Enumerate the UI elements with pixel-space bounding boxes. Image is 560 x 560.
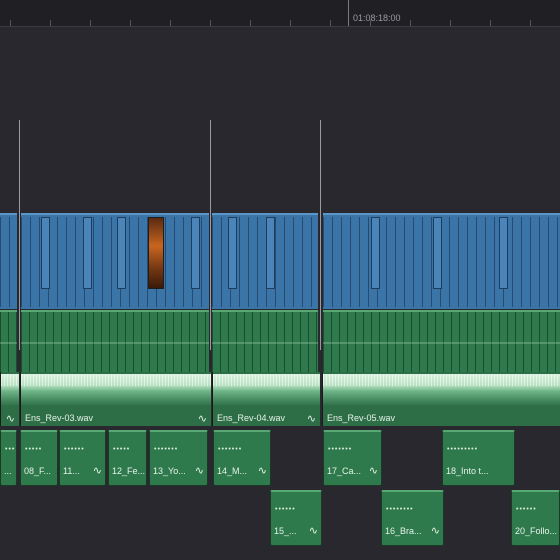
audio-wave-clip[interactable]: ∿: [0, 372, 19, 426]
fade-curve-icon[interactable]: ∿: [198, 412, 207, 425]
video-clip[interactable]: [323, 213, 560, 309]
fade-curve-icon[interactable]: ∿: [307, 412, 316, 425]
edit-point-marker[interactable]: [210, 120, 211, 350]
fade-curve-icon[interactable]: ∿: [195, 464, 204, 477]
ruler-tick: [50, 20, 51, 26]
clip-name: 15_...: [274, 526, 297, 536]
video-thumbnail-fire: [148, 217, 164, 289]
ruler-tick: [290, 20, 291, 26]
sound-clip[interactable]: ••• ...: [0, 430, 17, 486]
sound-clip[interactable]: ••••• 08_F...: [20, 430, 58, 486]
fade-curve-icon[interactable]: ∿: [369, 464, 378, 477]
sound-clip[interactable]: •••••• 20_Follo...: [511, 490, 560, 546]
fade-curve-icon[interactable]: ∿: [309, 524, 318, 537]
video-clip[interactable]: [21, 213, 209, 309]
audio-clip[interactable]: [212, 310, 318, 372]
ruler-tick: [410, 20, 411, 26]
sound-clip[interactable]: •••••• 15_... ∿: [270, 490, 322, 546]
clip-name: 14_M...: [217, 466, 248, 476]
audio-clip[interactable]: [323, 310, 560, 372]
timeline: 01:08:18:00 ∿ Ens_Rev-03.wav ∿ Ens_Rev-0…: [0, 0, 560, 560]
clip-name: 13_Yo...: [153, 466, 186, 476]
ruler-tick: [250, 20, 251, 26]
clip-name: 12_Fe...: [112, 466, 146, 476]
clip-name: Ens_Rev-05.wav: [327, 413, 396, 423]
ruler-tick: [490, 20, 491, 26]
ruler-tick: [170, 20, 171, 26]
fade-curve-icon[interactable]: ∿: [258, 464, 267, 477]
ruler-tick: [130, 20, 131, 26]
timeline-ruler[interactable]: 01:08:18:00: [0, 0, 560, 27]
edit-point-marker[interactable]: [19, 120, 20, 350]
clip-name: 18_Into t...: [446, 466, 489, 476]
clip-name: Ens_Rev-04.wav: [217, 413, 286, 423]
sound-clip[interactable]: •••••••• 16_Bra... ∿: [381, 490, 444, 546]
sound-clip[interactable]: ••••••• 17_Ca... ∿: [323, 430, 382, 486]
audio-wave-clip[interactable]: Ens_Rev-05.wav: [322, 372, 560, 426]
ruler-marker[interactable]: [348, 0, 349, 26]
sound-clip[interactable]: ••••• 12_Fe...: [108, 430, 147, 486]
ruler-tick: [330, 20, 331, 26]
sound-clip[interactable]: ••••••••• 18_Into t...: [442, 430, 515, 486]
ruler-tick: [90, 20, 91, 26]
sound-clip[interactable]: •••••• 11... ∿: [59, 430, 106, 486]
clip-name: 16_Bra...: [385, 526, 422, 536]
fade-curve-icon[interactable]: ∿: [431, 524, 440, 537]
clip-name: 17_Ca...: [327, 466, 362, 476]
ruler-timecode: 01:08:18:00: [353, 13, 401, 23]
audio-clip[interactable]: [21, 310, 209, 372]
ruler-tick: [10, 20, 11, 26]
video-clip[interactable]: [0, 213, 17, 309]
audio-clip[interactable]: [0, 310, 17, 372]
clip-name: ...: [4, 466, 12, 476]
clip-name: Ens_Rev-03.wav: [25, 413, 94, 423]
sound-clip[interactable]: ••••••• 14_M... ∿: [213, 430, 271, 486]
sound-clip[interactable]: ••••••• 13_Yo... ∿: [149, 430, 208, 486]
audio-wave-clip[interactable]: Ens_Rev-03.wav ∿: [20, 372, 211, 426]
audio-wave-clip[interactable]: Ens_Rev-04.wav ∿: [212, 372, 320, 426]
clip-name: 20_Follo...: [515, 526, 558, 536]
video-clip[interactable]: [212, 213, 318, 309]
edit-point-marker[interactable]: [320, 120, 321, 350]
ruler-tick: [530, 20, 531, 26]
clip-name: 08_F...: [24, 466, 52, 476]
fade-curve-icon[interactable]: ∿: [6, 412, 15, 425]
ruler-tick: [210, 20, 211, 26]
ruler-tick: [450, 20, 451, 26]
fade-curve-icon[interactable]: ∿: [93, 464, 102, 477]
clip-name: 11...: [63, 466, 80, 476]
